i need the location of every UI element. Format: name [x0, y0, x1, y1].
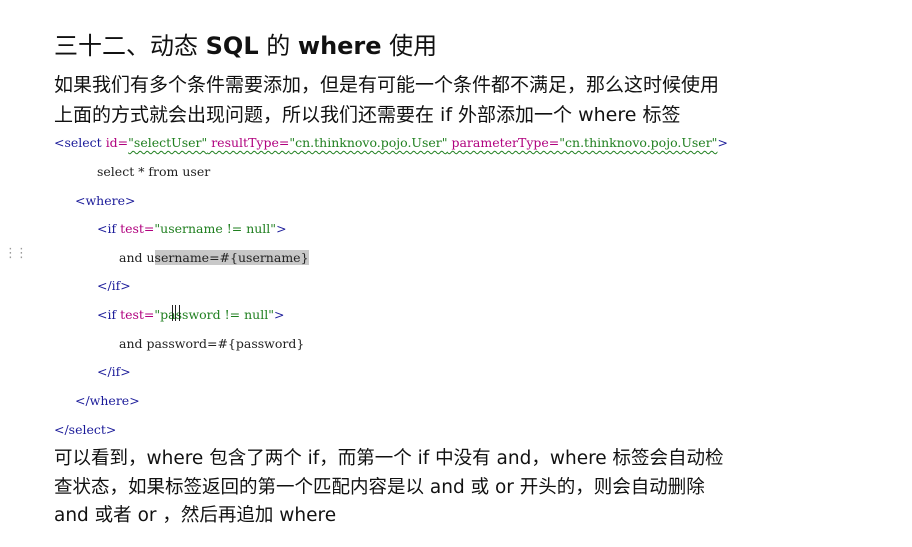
code-line-where-open: <where>	[75, 193, 136, 208]
selected-text-highlight[interactable]: sername=#{username}	[154, 250, 309, 265]
outro-line-3: and 或者 or ，然后再追加 where	[54, 505, 337, 526]
code-line-select-close: </select>	[54, 422, 117, 437]
code-line-if-close-1: </if>	[97, 278, 131, 293]
code-line-and-username: and username=#{username}	[119, 250, 309, 265]
outro-paragraph: 可以看到，where 包含了两个 if，而第一个 if 中没有 and，wher…	[54, 445, 724, 531]
code-line-if-close-2: </if>	[97, 364, 131, 379]
intro-paragraph: 如果我们有多个条件需要添加，但是有可能一个条件都不满足，那么这时候使用 上面的方…	[54, 70, 719, 130]
code-line-select-open: <select id="selectUser" resultType="cn.t…	[54, 135, 728, 150]
code-line-where-close: </where>	[75, 393, 140, 408]
outro-line-1: 可以看到，where 包含了两个 if，而第一个 if 中没有 and，wher…	[54, 448, 724, 469]
section-heading: 三十二、动态 SQL 的 where 使用	[54, 32, 438, 60]
outro-line-2: 查状态，如果标签返回的第一个匹配内容是以 and 或 or 开头的，则会自动删除	[54, 476, 705, 498]
code-line-if-username: <if test="username != null">	[97, 221, 287, 236]
drag-handle-icon[interactable]: ⋮⋮	[4, 247, 28, 260]
code-line-select-stmt: select * from user	[97, 164, 211, 179]
text-cursor-icon	[172, 305, 180, 321]
code-line-and-password: and password=#{password}	[119, 336, 305, 351]
intro-line-1: 如果我们有多个条件需要添加，但是有可能一个条件都不满足，那么这时候使用	[54, 74, 720, 96]
intro-line-2: 上面的方式就会出现问题，所以我们还需要在 if 外部添加一个 where 标签	[54, 104, 681, 126]
code-line-if-password: <if test="password != null">	[97, 307, 285, 322]
